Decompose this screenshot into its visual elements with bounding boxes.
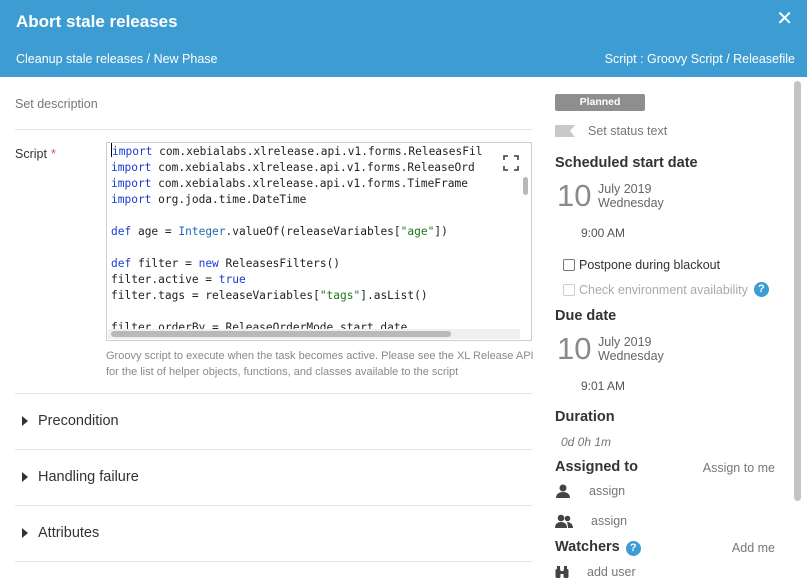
task-title[interactable]: Abort stale releases: [16, 12, 178, 32]
editor-vertical-scrollbar[interactable]: [523, 177, 528, 195]
check-environment-row: Check environment availability ?: [563, 282, 769, 297]
scheduled-start-time[interactable]: 9:00 AM: [581, 226, 625, 240]
breadcrumb: Cleanup stale releases / New Phase: [16, 52, 218, 66]
assigned-to-heading: Assigned to: [555, 459, 638, 475]
scheduled-start-weekday: Wednesday: [598, 196, 664, 210]
status-badge: Planned: [555, 94, 645, 111]
code-line: filter.active = true: [111, 273, 246, 286]
help-icon[interactable]: ?: [625, 541, 641, 556]
add-user-placeholder: add user: [587, 565, 636, 579]
divider: [15, 129, 532, 130]
code-line: filter.tags = releaseVariables["tags"].a…: [111, 289, 428, 302]
editor-horizontal-scrollbar[interactable]: [111, 331, 451, 337]
expand-triangle-icon: [22, 472, 28, 482]
code-line: import org.joda.time.DateTime: [111, 193, 307, 206]
panel-scrollbar[interactable]: [794, 81, 801, 501]
assign-team-field[interactable]: assign: [555, 514, 627, 528]
description-field[interactable]: Set description: [15, 97, 98, 111]
scheduled-start-day[interactable]: 10: [557, 178, 591, 214]
scheduled-start-month-year[interactable]: July 2019: [598, 182, 652, 196]
help-icon[interactable]: ?: [753, 282, 769, 297]
script-hint: Groovy script to execute when the task b…: [106, 350, 534, 378]
postpone-label: Postpone during blackout: [579, 258, 721, 272]
assign-team-placeholder: assign: [591, 514, 628, 528]
flag-icon[interactable]: [555, 125, 575, 137]
task-details-panel: Planned Set status text Scheduled start …: [555, 77, 795, 588]
section-label: Handling failure: [38, 469, 139, 485]
due-date-heading: Due date: [555, 308, 617, 324]
code-line: def filter = new ReleasesFilters(): [111, 257, 341, 270]
section-handling-failure[interactable]: Handling failure: [15, 449, 532, 505]
modal-body: Set description Script * import com.xebia…: [0, 77, 807, 588]
code-line: import com.xebialabs.xlrelease.api.v1.fo…: [111, 143, 483, 158]
modal-header: Abort stale releases ✕ Cleanup stale rel…: [0, 0, 807, 77]
binoculars-icon: [555, 566, 569, 578]
postpone-checkbox-row[interactable]: Postpone during blackout: [563, 258, 720, 272]
team-icon: [555, 514, 573, 528]
script-code[interactable]: import com.xebialabs.xlrelease.api.v1.fo…: [111, 143, 482, 336]
duration-value[interactable]: 0d 0h 1m: [561, 435, 611, 449]
code-line: import com.xebialabs.xlrelease.api.v1.fo…: [111, 177, 468, 190]
close-icon[interactable]: ✕: [776, 6, 793, 31]
postpone-checkbox[interactable]: [563, 259, 575, 271]
due-weekday: Wednesday: [598, 349, 664, 363]
fullscreen-icon[interactable]: [503, 155, 519, 171]
code-line: def age = Integer.valueOf(releaseVariabl…: [111, 225, 448, 238]
required-mark: *: [50, 147, 56, 161]
check-environment-label: Check environment availability: [579, 282, 748, 297]
due-month-year[interactable]: July 2019: [598, 335, 652, 349]
section-attributes[interactable]: Attributes: [15, 505, 532, 561]
assign-to-me-link[interactable]: Assign to me: [703, 461, 775, 475]
assign-user-field[interactable]: assign: [555, 484, 625, 498]
section-divider: [15, 561, 532, 588]
add-me-link[interactable]: Add me: [732, 541, 775, 555]
scheduled-start-heading: Scheduled start date: [555, 155, 698, 171]
add-watcher-field[interactable]: add user: [555, 565, 636, 579]
due-time[interactable]: 9:01 AM: [581, 379, 625, 393]
user-icon: [556, 484, 570, 498]
due-day[interactable]: 10: [557, 331, 591, 367]
section-label: Attributes: [38, 525, 100, 541]
script-label: Script *: [15, 147, 56, 161]
section-label: Precondition: [38, 413, 119, 429]
check-environment-checkbox: [563, 283, 575, 296]
expand-triangle-icon: [22, 528, 28, 538]
script-editor[interactable]: import com.xebialabs.xlrelease.api.v1.fo…: [106, 142, 532, 341]
set-status-text-link[interactable]: Set status text: [588, 124, 667, 138]
expand-triangle-icon: [22, 416, 28, 426]
watchers-heading: Watchers?: [555, 539, 641, 556]
code-line: import com.xebialabs.xlrelease.api.v1.fo…: [111, 161, 475, 174]
assign-user-placeholder: assign: [589, 484, 626, 498]
duration-heading: Duration: [555, 409, 615, 425]
task-type-label: Script : Groovy Script / Releasefile: [604, 52, 795, 66]
section-precondition[interactable]: Precondition: [15, 393, 532, 449]
